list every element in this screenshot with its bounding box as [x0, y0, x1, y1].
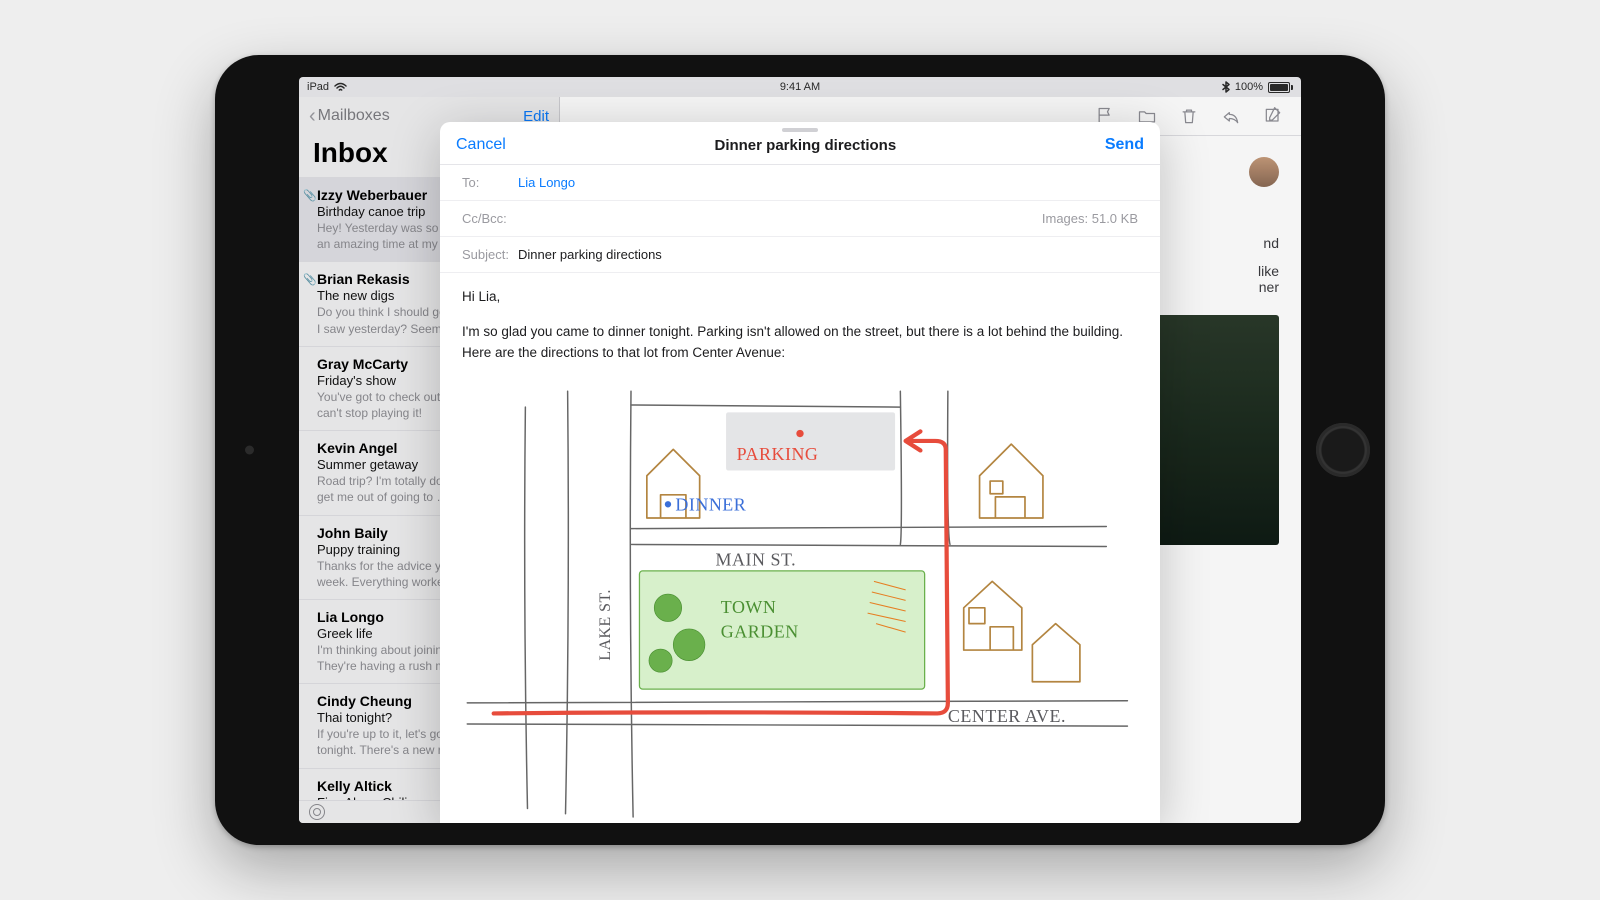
filter-icon[interactable]: [309, 804, 325, 820]
compose-body-text[interactable]: Hi Lia, I'm so glad you came to dinner t…: [440, 273, 1160, 386]
attachment-icon: 📎: [303, 273, 317, 286]
ipad-device-frame: iPad 9:41 AM 100% ‹ Mailboxes: [215, 55, 1385, 845]
subject-label: Subject:: [462, 247, 518, 262]
map-sketch-attachment[interactable]: PARKING DINNER MAIN ST. TOWN GARDEN LAKE…: [440, 386, 1160, 823]
battery-icon: [1268, 82, 1293, 93]
body-paragraph: I'm so glad you came to dinner tonight. …: [462, 322, 1138, 364]
greeting: Hi Lia,: [462, 287, 1138, 308]
device-screen: iPad 9:41 AM 100% ‹ Mailboxes: [299, 77, 1301, 823]
reply-icon[interactable]: [1221, 106, 1241, 126]
sender-avatar[interactable]: [1249, 157, 1279, 187]
map-label-parking: PARKING: [737, 444, 819, 464]
map-label-garden-1: TOWN: [721, 597, 777, 617]
cancel-button[interactable]: Cancel: [456, 136, 506, 154]
map-label-main: MAIN ST.: [716, 549, 797, 569]
status-time: 9:41 AM: [299, 81, 1301, 93]
back-label: Mailboxes: [318, 107, 390, 125]
map-label-dinner: DINNER: [675, 494, 746, 514]
back-to-mailboxes[interactable]: ‹ Mailboxes: [309, 106, 390, 126]
map-label-center: CENTER AVE.: [948, 706, 1066, 726]
attachment-icon: 📎: [303, 189, 317, 202]
trash-icon[interactable]: [1179, 106, 1199, 126]
status-bar: iPad 9:41 AM 100%: [299, 77, 1301, 97]
chevron-left-icon: ‹: [309, 106, 316, 126]
map-label-lake: LAKE ST.: [597, 589, 614, 661]
map-sketch: PARKING DINNER MAIN ST. TOWN GARDEN LAKE…: [462, 386, 1138, 823]
subject-value[interactable]: Dinner parking directions: [518, 247, 1138, 262]
compose-sheet: Cancel Dinner parking directions Send To…: [440, 122, 1160, 823]
images-size: Images: 51.0 KB: [1042, 211, 1138, 226]
compose-title: Dinner parking directions: [714, 137, 896, 154]
subject-field[interactable]: Subject: Dinner parking directions: [440, 237, 1160, 273]
to-field[interactable]: To: Lia Longo: [440, 165, 1160, 201]
to-label: To:: [462, 175, 518, 190]
to-value[interactable]: Lia Longo: [518, 175, 1138, 190]
compose-icon[interactable]: [1263, 106, 1283, 126]
ccbcc-field[interactable]: Cc/Bcc: Images: 51.0 KB: [440, 201, 1160, 237]
device-camera: [245, 446, 254, 455]
ccbcc-label: Cc/Bcc:: [462, 211, 507, 226]
home-button[interactable]: [1316, 423, 1370, 477]
map-label-garden-2: GARDEN: [721, 621, 799, 641]
send-button[interactable]: Send: [1105, 136, 1144, 154]
